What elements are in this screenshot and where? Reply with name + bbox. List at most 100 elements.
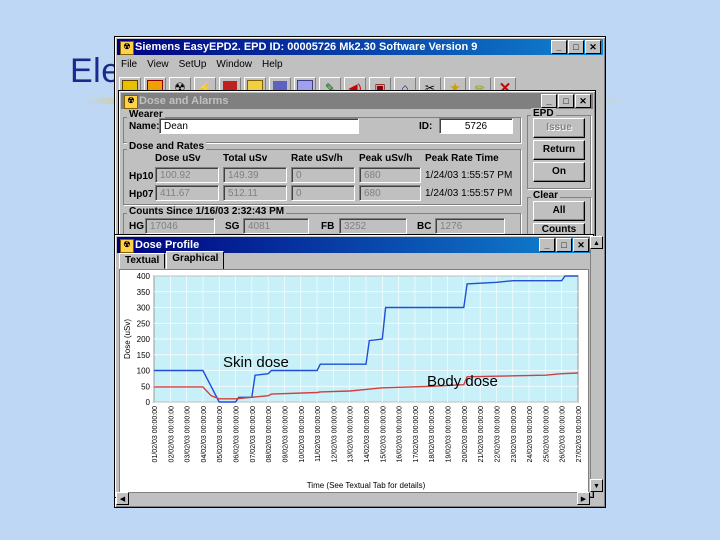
minimize-button[interactable]: _ [541,94,557,108]
x-tick-label: 19/02/03 00:00:00 [446,406,453,463]
maximize-button[interactable]: □ [556,238,572,252]
tab-textual[interactable]: Textual [119,253,166,269]
id-label: ID: [419,121,433,132]
hp10-dose: 100.92 [155,167,219,183]
x-tick-label: 02/02/03 00:00:00 [168,406,175,463]
x-tick-label: 20/02/03 00:00:00 [462,406,469,463]
y-tick-label: 350 [137,288,151,297]
app-icon: ☢ [120,41,134,55]
clear-all-button[interactable]: All [533,201,585,221]
dose-alarms-window: ☢ Dose and Alarms _ □ ✕ Wearer Name: Dea… [118,90,596,240]
row-label-hp07: Hp07 [129,189,154,200]
main-titlebar: ☢ Siemens EasyEPD2. EPD ID: 00005726 Mk2… [117,39,603,55]
hp10-peak: 680 [359,167,421,183]
count-bc: 1276 [435,218,505,234]
main-vertical-scrollbar[interactable]: ▲ ▼ [590,236,603,492]
x-tick-label: 24/02/03 00:00:00 [527,406,534,463]
hp07-rate: 0 [291,185,355,201]
on-button[interactable]: On [533,162,585,182]
menu-help[interactable]: Help [262,57,283,73]
scroll-left-button[interactable]: ◀ [116,492,129,505]
y-tick-label: 200 [137,335,151,344]
header-total: Total uSv [223,153,268,164]
hp10-peak-time: 1/24/03 1:55:57 PM [425,170,513,181]
tab-graphical[interactable]: Graphical [166,251,225,271]
x-tick-label: 07/02/03 00:00:00 [250,406,257,463]
menu-bar: File View SetUp Window Help [119,57,283,73]
x-tick-label: 06/02/03 00:00:00 [234,406,241,463]
main-window-title: Siemens EasyEPD2. EPD ID: 00005726 Mk2.3… [135,41,478,53]
count-hg: 17046 [145,218,215,234]
body-dose-annotation: Body dose [427,373,498,390]
count-label-fb: FB [321,221,335,232]
counts-group-label: Counts Since 1/16/03 2:32:43 PM [127,206,287,217]
hp07-total: 512.11 [223,185,287,201]
maximize-button[interactable]: □ [568,40,584,54]
dose-profile-chart: 0 50 100 150 200 250 300 350 400 01/02/03 00:00:0… [123,272,583,490]
x-tick-label: 18/02/03 00:00:00 [429,406,436,463]
x-tick-label: 25/02/03 00:00:00 [543,406,550,463]
x-axis-label: Time (See Textual Tab for details) [307,481,426,490]
x-tick-label: 01/02/03 00:00:00 [152,406,159,463]
minimize-button[interactable]: _ [551,40,567,54]
issue-button[interactable]: Issue [533,118,585,138]
id-field[interactable]: 5726 [439,118,513,134]
name-label: Name: [129,121,160,132]
hp10-rate: 0 [291,167,355,183]
menu-view[interactable]: View [147,57,169,73]
window-icon: ☢ [124,95,138,109]
x-tick-label: 23/02/03 00:00:00 [511,406,518,463]
header-dose: Dose uSv [155,153,201,164]
x-tick-label: 03/02/03 00:00:00 [185,406,192,463]
x-tick-label: 16/02/03 00:00:00 [397,406,404,463]
menu-file[interactable]: File [121,57,137,73]
y-tick-label: 400 [137,272,151,281]
x-tick-label: 26/02/03 00:00:00 [560,406,567,463]
y-tick-label: 150 [137,351,151,360]
hp10-total: 149.39 [223,167,287,183]
y-tick-label: 50 [141,382,150,391]
x-tick-label: 13/02/03 00:00:00 [348,406,355,463]
hp07-peak-time: 1/24/03 1:55:57 PM [425,188,513,199]
dose-alarms-titlebar: ☢ Dose and Alarms _ □ ✕ [121,93,593,109]
y-tick-label: 0 [146,398,151,407]
count-label-hg: HG [129,221,144,232]
close-button[interactable]: ✕ [573,238,589,252]
clear-group-label: Clear [531,190,561,201]
minimize-button[interactable]: _ [539,238,555,252]
x-tick-label: 11/02/03 00:00:00 [315,406,322,462]
menu-setup[interactable]: SetUp [179,57,207,73]
scroll-up-button[interactable]: ▲ [590,236,603,249]
x-tick-label: 12/02/03 00:00:00 [331,406,338,463]
maximize-button[interactable]: □ [558,94,574,108]
dose-window-title: Dose and Alarms [139,95,229,107]
count-fb: 3252 [339,218,407,234]
x-tick-label: 22/02/03 00:00:00 [494,406,501,463]
y-axis-label: Dose (uSv) [123,319,132,359]
dose-profile-window: ☢ Dose Profile _ □ ✕ Textual Graphical 0… [114,234,594,498]
header-rate: Rate uSv/h [291,153,343,164]
name-field[interactable]: Dean [159,118,359,134]
close-button[interactable]: ✕ [575,94,591,108]
header-peak-time: Peak Rate Time [425,153,499,164]
count-label-bc: BC [417,221,432,232]
scroll-right-button[interactable]: ▶ [577,492,590,505]
header-peak: Peak uSv/h [359,153,413,164]
x-tick-label: 04/02/03 00:00:00 [201,406,208,463]
x-tick-label: 17/02/03 00:00:00 [413,406,420,463]
count-sg: 4081 [243,218,309,234]
profile-tabs: Textual Graphical [119,251,225,271]
main-horizontal-scrollbar[interactable]: ◀ ▶ [116,492,590,505]
close-button[interactable]: ✕ [585,40,601,54]
y-tick-label: 250 [137,319,151,328]
y-tick-label: 300 [137,304,151,313]
window-icon: ☢ [120,239,134,253]
x-tick-label: 09/02/03 00:00:00 [282,406,289,463]
menu-window[interactable]: Window [216,57,252,73]
x-tick-label: 27/02/03 00:00:00 [576,406,583,463]
x-tick-label: 21/02/03 00:00:00 [478,406,485,463]
return-button[interactable]: Return [533,140,585,160]
hp07-peak: 680 [359,185,421,201]
profile-window-title: Dose Profile [135,239,200,251]
scroll-down-button[interactable]: ▼ [590,479,603,492]
